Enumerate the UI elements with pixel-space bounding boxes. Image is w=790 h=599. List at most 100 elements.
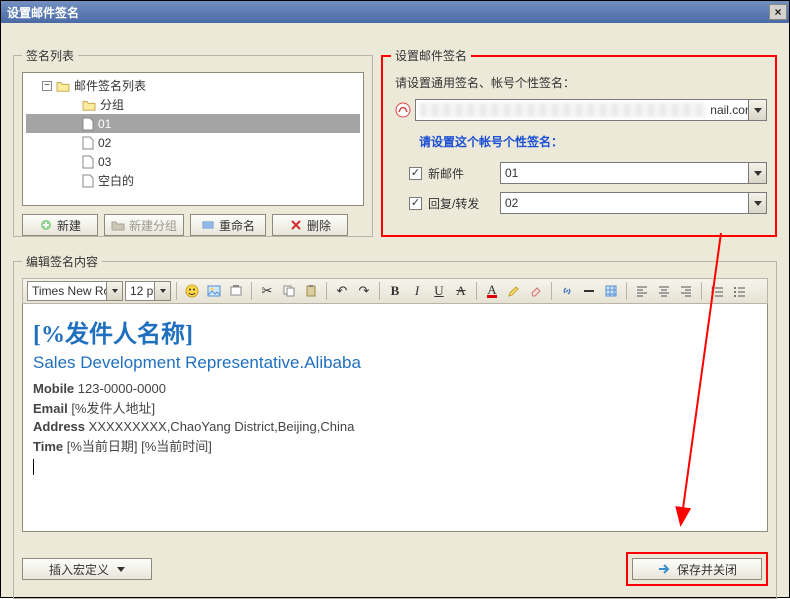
font-family-select[interactable]: Times New Ro	[27, 281, 123, 301]
newmail-select[interactable]: 01	[500, 162, 767, 184]
folder-icon	[82, 99, 96, 111]
editor-toolbar: Times New Ro 12 pt ✂	[22, 278, 768, 304]
font-family-value: Times New Ro	[32, 284, 110, 298]
paste-icon[interactable]	[301, 281, 321, 301]
rename-button[interactable]: 重命名	[190, 214, 266, 236]
mobile-key: Mobile	[33, 381, 74, 396]
signature-settings-panel: 设置邮件签名 请设置通用签名、帐号个性签名： nail.com> 请设置这个帐号…	[381, 47, 777, 237]
save-close-button[interactable]: 保存并关闭	[632, 558, 762, 580]
tree-group-label: 分组	[100, 96, 124, 113]
dropdown-button[interactable]	[154, 282, 170, 300]
save-arrow-icon	[657, 562, 671, 576]
highlight-icon[interactable]	[504, 281, 524, 301]
delete-icon	[289, 218, 303, 232]
plus-icon	[39, 218, 53, 232]
address-key: Address	[33, 419, 85, 434]
replyfwd-select[interactable]: 02	[500, 192, 767, 214]
separator	[379, 282, 380, 300]
save-highlight-annotation: 保存并关闭	[626, 552, 768, 586]
emoji-icon[interactable]	[182, 281, 202, 301]
folder-plus-icon	[111, 218, 125, 232]
align-left-icon[interactable]	[632, 281, 652, 301]
font-size-value: 12 pt	[130, 284, 157, 298]
signature-tree[interactable]: − 邮件签名列表 分组 01	[22, 72, 364, 206]
titlebar: 设置邮件签名 ×	[1, 1, 789, 23]
font-color-icon[interactable]: A	[482, 281, 502, 301]
bold-icon[interactable]: B	[385, 281, 405, 301]
redo-icon[interactable]: ↷	[354, 281, 374, 301]
undo-icon[interactable]: ↶	[332, 281, 352, 301]
link-icon[interactable]	[557, 281, 577, 301]
dropdown-button[interactable]	[106, 282, 122, 300]
tree-item-label: 01	[98, 117, 111, 131]
bullet-list-icon[interactable]	[729, 281, 749, 301]
tree-item[interactable]: 空白的	[26, 171, 360, 190]
newmail-value: 01	[505, 166, 518, 180]
document-icon	[82, 155, 94, 169]
signature-list-legend: 签名列表	[22, 47, 78, 64]
document-icon	[82, 117, 94, 131]
signature-name: [%发件人名称]	[33, 314, 757, 349]
image-icon[interactable]	[204, 281, 224, 301]
signature-title: Sales Development Representative.Alibaba	[33, 353, 757, 373]
tree-item[interactable]: 03	[26, 152, 360, 171]
underline-icon[interactable]: U	[429, 281, 449, 301]
tree-root[interactable]: − 邮件签名列表	[26, 76, 360, 95]
collapse-icon[interactable]: −	[42, 81, 52, 91]
align-right-icon[interactable]	[676, 281, 696, 301]
close-button[interactable]: ×	[769, 4, 787, 20]
new-button-label: 新建	[57, 217, 81, 234]
tree-group[interactable]: 分组	[26, 95, 360, 114]
screenshot-icon[interactable]	[226, 281, 246, 301]
save-close-label: 保存并关闭	[677, 561, 737, 578]
dropdown-button[interactable]	[748, 193, 766, 213]
separator	[551, 282, 552, 300]
strikethrough-icon[interactable]: A	[451, 281, 471, 301]
signature-address: Address XXXXXXXXX,ChaoYang District,Beij…	[33, 419, 757, 434]
dropdown-button[interactable]	[748, 163, 766, 183]
signature-time: Time [%当前日期] [%当前时间]	[33, 436, 757, 455]
new-group-button-label: 新建分组	[129, 217, 177, 234]
document-icon	[82, 174, 94, 188]
replyfwd-checkbox[interactable]	[409, 197, 422, 210]
email-key: Email	[33, 401, 68, 416]
eraser-icon[interactable]	[526, 281, 546, 301]
align-center-icon[interactable]	[654, 281, 674, 301]
separator	[251, 282, 252, 300]
cut-icon[interactable]: ✂	[257, 281, 277, 301]
new-group-button[interactable]: 新建分组	[104, 214, 184, 236]
time-key: Time	[33, 439, 63, 454]
separator	[326, 282, 327, 300]
tree-item[interactable]: 01	[26, 114, 360, 133]
rename-icon	[201, 218, 215, 232]
italic-icon[interactable]: I	[407, 281, 427, 301]
rename-button-label: 重命名	[219, 217, 255, 234]
settings-subprompt: 请设置这个帐号个性签名：	[391, 121, 767, 154]
signature-mobile: Mobile 123-0000-0000	[33, 381, 757, 396]
account-redacted	[420, 103, 706, 117]
folder-open-icon	[56, 80, 70, 92]
text-caret	[33, 459, 34, 475]
editor-content[interactable]: [%发件人名称] Sales Development Representativ…	[22, 304, 768, 532]
replyfwd-label: 回复/转发	[428, 195, 494, 212]
hr-icon[interactable]	[579, 281, 599, 301]
separator	[476, 282, 477, 300]
tree-item-label: 03	[98, 155, 111, 169]
newmail-checkbox[interactable]	[409, 167, 422, 180]
separator	[176, 282, 177, 300]
new-button[interactable]: 新建	[22, 214, 98, 236]
account-select[interactable]: nail.com>	[415, 99, 767, 121]
tree-item-label: 02	[98, 136, 111, 150]
table-icon[interactable]	[601, 281, 621, 301]
svg-text:3: 3	[711, 293, 714, 298]
tree-item[interactable]: 02	[26, 133, 360, 152]
dropdown-button[interactable]	[748, 100, 766, 120]
separator	[626, 282, 627, 300]
copy-icon[interactable]	[279, 281, 299, 301]
signature-email: Email [%发件人地址]	[33, 398, 757, 417]
signature-editor-panel: 编辑签名内容 Times New Ro 12 pt	[13, 253, 777, 599]
font-size-select[interactable]: 12 pt	[125, 281, 171, 301]
numbered-list-icon[interactable]: 123	[707, 281, 727, 301]
insert-macro-button[interactable]: 插入宏定义	[22, 558, 152, 580]
delete-button[interactable]: 删除	[272, 214, 348, 236]
